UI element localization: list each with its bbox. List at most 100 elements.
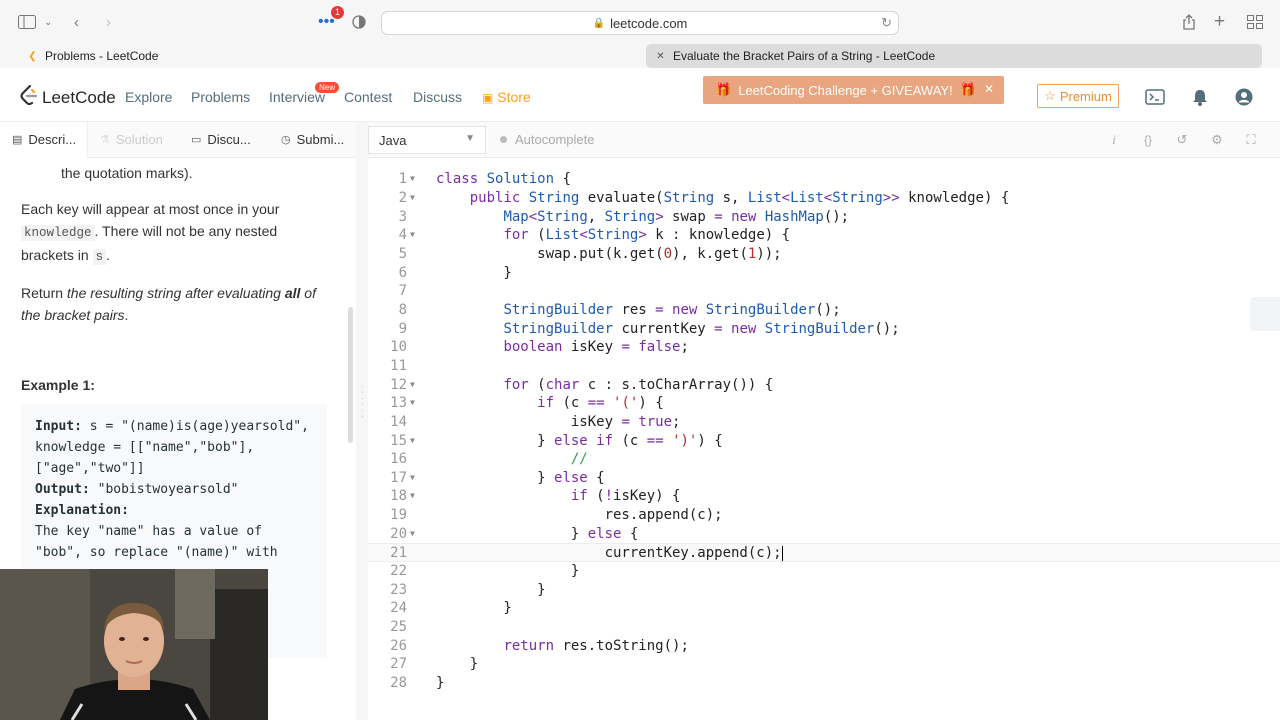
code-line[interactable]: 8 StringBuilder res = new StringBuilder(… xyxy=(368,301,1280,320)
description-content: the quotation marks). Each key will appe… xyxy=(21,162,321,410)
nav-contest[interactable]: Contest xyxy=(344,89,392,105)
tab-overview-icon[interactable] xyxy=(1247,12,1263,32)
fold-toggle-icon[interactable]: ▼ xyxy=(410,432,415,451)
code-line[interactable]: 12 ▼ for (char c : s.toCharArray()) { xyxy=(368,376,1280,395)
code-text: } else { xyxy=(436,525,639,542)
fold-toggle-icon[interactable]: ▼ xyxy=(410,226,415,245)
code-line[interactable]: 5 swap.put(k.get(0), k.get(1)); xyxy=(368,245,1280,264)
inline-code: knowledge xyxy=(21,225,95,241)
tab-solution[interactable]: ⚗ Solution xyxy=(100,132,163,147)
fold-toggle-icon[interactable]: ▼ xyxy=(410,487,415,506)
tab-discuss[interactable]: ▭ Discu... xyxy=(191,132,251,147)
sidebar-toggle-icon[interactable] xyxy=(18,12,36,32)
code-line[interactable]: 2 ▼ public String evaluate(String s, List… xyxy=(368,189,1280,208)
fold-toggle-icon[interactable]: ▼ xyxy=(410,376,415,395)
fold-toggle-icon[interactable]: ▼ xyxy=(410,469,415,488)
code-line[interactable]: 18 ▼ if (!isKey) { xyxy=(368,487,1280,506)
code-line[interactable]: 16 // xyxy=(368,450,1280,469)
back-icon[interactable]: ‹ xyxy=(74,12,79,32)
code-line[interactable]: 17 ▼ } else { xyxy=(368,469,1280,488)
line-number: 4 xyxy=(398,227,407,244)
code-text: } xyxy=(436,563,580,580)
line-number: 25 xyxy=(390,619,407,635)
code-line[interactable]: 10 boolean isKey = false; xyxy=(368,338,1280,357)
code-text: boolean isKey = false; xyxy=(503,339,689,356)
code-line[interactable]: 4 ▼ for (List<String> k : knowledge) { xyxy=(368,226,1280,245)
line-number: 21 xyxy=(390,545,407,562)
tab-problems[interactable]: ❮ Problems - LeetCode xyxy=(18,44,634,68)
language-label: Java xyxy=(379,132,407,148)
code-line[interactable]: 28} xyxy=(368,674,1280,693)
privacy-shield-icon[interactable] xyxy=(352,12,366,32)
leetcode-logo[interactable]: LeetCode xyxy=(20,84,116,110)
pane-splitter[interactable]: · · · · · · xyxy=(356,122,368,720)
info-icon[interactable]: i xyxy=(1105,131,1123,149)
code-line[interactable]: 20 ▼ } else { xyxy=(368,525,1280,544)
line-number: 22 xyxy=(390,563,407,580)
code-line[interactable]: 19 res.append(c); xyxy=(368,506,1280,525)
code-line[interactable]: 14 isKey = true; xyxy=(368,413,1280,432)
address-bar[interactable]: 🔒 leetcode.com ↻ xyxy=(381,11,899,35)
code-line[interactable]: 3 Map<String, String> swap = new HashMap… xyxy=(368,208,1280,227)
autocomplete-toggle[interactable]: Autocomplete xyxy=(500,132,595,147)
code-line[interactable]: 23 } xyxy=(368,581,1280,600)
language-select[interactable]: Java ▼ xyxy=(368,126,486,154)
code-line[interactable]: 27 } xyxy=(368,655,1280,674)
playground-icon[interactable] xyxy=(1145,88,1165,106)
promo-banner[interactable]: 🎁 LeetCoding Challenge + GIVEAWAY! 🎁 ✕ xyxy=(703,76,1004,104)
new-tab-icon[interactable]: + xyxy=(1214,11,1225,32)
code-line[interactable]: 22 } xyxy=(368,562,1280,581)
code-text: for (char c : s.toCharArray()) { xyxy=(503,376,774,393)
code-line[interactable]: 7 xyxy=(368,282,1280,301)
code-editor[interactable]: 1 ▼ class Solution {2 ▼ public String evalu… xyxy=(368,158,1280,720)
code-text: } xyxy=(436,264,512,281)
tab-description[interactable]: ▤ Descri... xyxy=(12,132,76,147)
braces-icon[interactable]: {} xyxy=(1139,131,1157,149)
forward-icon[interactable]: › xyxy=(106,12,111,32)
fullscreen-icon[interactable]: ⛶ xyxy=(1242,131,1260,149)
nav-explore[interactable]: Explore xyxy=(125,89,172,105)
fold-toggle-icon[interactable]: ▼ xyxy=(410,189,415,208)
inline-code: s xyxy=(92,249,107,265)
tab-evaluate-bracket-pairs[interactable]: ✕ Evaluate the Bracket Pairs of a String… xyxy=(646,44,1262,68)
code-line[interactable]: 21 currentKey.append(c); xyxy=(368,543,1280,562)
chevron-down-icon[interactable]: ⌄ xyxy=(44,12,52,32)
close-tab-icon[interactable]: ✕ xyxy=(655,51,666,62)
code-line[interactable]: 9 StringBuilder currentKey = new StringB… xyxy=(368,320,1280,339)
gear-icon[interactable]: ⚙ xyxy=(1208,131,1226,149)
code-line[interactable]: 6 } xyxy=(368,264,1280,283)
code-line[interactable]: 15 ▼ } else if (c == ')') { xyxy=(368,432,1280,451)
code-line[interactable]: 25 xyxy=(368,618,1280,637)
fold-toggle-icon[interactable]: ▼ xyxy=(410,394,415,413)
code-line[interactable]: 11 xyxy=(368,357,1280,376)
code-text: } else { xyxy=(436,469,605,486)
fold-toggle-icon[interactable]: ▼ xyxy=(410,525,415,544)
nav-store[interactable]: ▣ Store xyxy=(482,89,531,105)
close-icon[interactable]: ✕ xyxy=(984,82,994,96)
code-line[interactable]: 1 ▼ class Solution { xyxy=(368,170,1280,189)
premium-label: Premium xyxy=(1059,88,1112,104)
code-line[interactable]: 24 } xyxy=(368,599,1280,618)
tab-submissions[interactable]: ◷ Submi... xyxy=(281,132,344,147)
nav-discuss[interactable]: Discuss xyxy=(413,89,462,105)
code-text: swap.put(k.get(0), k.get(1)); xyxy=(436,246,782,262)
promo-text: LeetCoding Challenge + GIVEAWAY! xyxy=(738,82,953,98)
drag-handle-icon[interactable]: · · · · · · xyxy=(361,383,364,421)
scrollbar[interactable] xyxy=(348,307,353,443)
description-tabs: ▤ Descri... ⚗ Solution ▭ Discu... ◷ Subm… xyxy=(0,122,356,158)
reload-icon[interactable]: ↻ xyxy=(881,15,892,31)
tab-label: Discu... xyxy=(207,132,251,147)
avatar-icon[interactable] xyxy=(1234,88,1254,106)
nav-problems[interactable]: Problems xyxy=(191,89,250,105)
code-text: } xyxy=(436,674,445,691)
code-line[interactable]: 26 return res.toString(); xyxy=(368,637,1280,656)
side-panel-handle[interactable] xyxy=(1250,297,1280,331)
fold-toggle-icon[interactable]: ▼ xyxy=(410,170,415,189)
example-title: Example 1: xyxy=(21,377,95,393)
share-icon[interactable] xyxy=(1182,12,1196,32)
line-number: 14 xyxy=(390,413,407,430)
code-line[interactable]: 13 ▼ if (c == '(') { xyxy=(368,394,1280,413)
premium-button[interactable]: ☆ Premium xyxy=(1037,84,1119,108)
bell-icon[interactable] xyxy=(1190,88,1210,106)
reset-icon[interactable]: ↺ xyxy=(1173,131,1191,149)
